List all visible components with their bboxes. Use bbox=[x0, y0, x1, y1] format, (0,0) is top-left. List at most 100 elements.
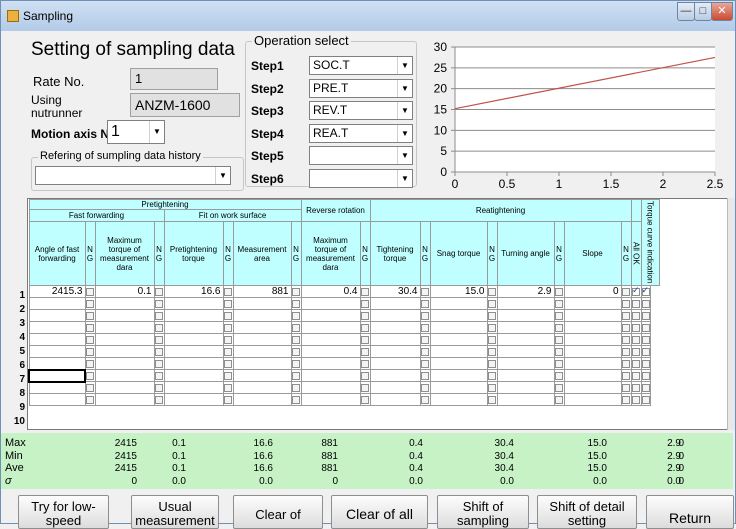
cell-rev[interactable] bbox=[300, 333, 361, 346]
ng-checkbox[interactable] bbox=[224, 299, 232, 308]
ng-checkbox[interactable] bbox=[361, 287, 369, 296]
ng-checkbox[interactable] bbox=[224, 359, 232, 368]
cell-angle[interactable] bbox=[28, 333, 86, 346]
all-ok-checkbox[interactable] bbox=[632, 311, 640, 320]
cell-rev[interactable] bbox=[300, 345, 361, 358]
ng-checkbox[interactable] bbox=[421, 335, 429, 344]
cell-area[interactable] bbox=[232, 345, 292, 358]
ng-checkbox[interactable] bbox=[155, 335, 163, 344]
cell-turn[interactable] bbox=[496, 369, 555, 382]
cell-max[interactable] bbox=[94, 345, 155, 358]
cell-pre[interactable] bbox=[163, 393, 224, 406]
torque-curve-checkbox[interactable] bbox=[642, 299, 649, 308]
cell-rev[interactable] bbox=[300, 393, 361, 406]
cell-angle[interactable] bbox=[28, 297, 86, 310]
chevron-down-icon[interactable]: ▼ bbox=[397, 57, 412, 74]
cell-turn[interactable] bbox=[496, 381, 555, 394]
cell-area[interactable] bbox=[232, 333, 292, 346]
all-ok-checkbox[interactable] bbox=[632, 383, 640, 392]
ng-checkbox[interactable] bbox=[86, 287, 94, 296]
all-ok-checkbox[interactable] bbox=[632, 323, 640, 332]
ng-checkbox[interactable] bbox=[292, 371, 300, 380]
chevron-down-icon[interactable]: ▼ bbox=[397, 124, 412, 142]
ng-checkbox[interactable] bbox=[224, 323, 232, 332]
all-ok-checkbox[interactable] bbox=[632, 359, 640, 368]
close-button[interactable]: ✕ bbox=[711, 2, 733, 21]
cell-max[interactable] bbox=[94, 357, 155, 370]
cell-slope[interactable] bbox=[563, 357, 622, 370]
cell-tight[interactable] bbox=[369, 321, 421, 334]
ng-checkbox[interactable] bbox=[86, 311, 94, 320]
ng-checkbox[interactable] bbox=[361, 299, 369, 308]
cell-area[interactable] bbox=[232, 369, 292, 382]
cell-max[interactable] bbox=[94, 381, 155, 394]
cell-area[interactable] bbox=[232, 297, 292, 310]
torque-curve-checkbox[interactable] bbox=[642, 371, 649, 380]
maximize-button[interactable]: □ bbox=[694, 2, 712, 21]
cell-slope[interactable]: 0 bbox=[563, 285, 622, 298]
cell-slope[interactable] bbox=[563, 297, 622, 310]
cell-pre[interactable] bbox=[163, 357, 224, 370]
chevron-down-icon[interactable]: ▼ bbox=[397, 147, 412, 164]
cell-turn[interactable] bbox=[496, 333, 555, 346]
chevron-down-icon[interactable]: ▼ bbox=[397, 79, 412, 97]
cell-angle[interactable]: 2415.3 bbox=[28, 285, 86, 298]
ng-checkbox[interactable] bbox=[555, 347, 563, 356]
ng-checkbox[interactable] bbox=[361, 371, 369, 380]
cell-pre[interactable] bbox=[163, 297, 224, 310]
cell-area[interactable] bbox=[232, 357, 292, 370]
ng-checkbox[interactable] bbox=[155, 371, 163, 380]
cell-snag[interactable] bbox=[429, 333, 488, 346]
all-ok-checkbox[interactable] bbox=[632, 347, 640, 356]
ng-checkbox[interactable] bbox=[421, 323, 429, 332]
torque-curve-checkbox[interactable] bbox=[642, 383, 649, 392]
ng-checkbox[interactable] bbox=[224, 347, 232, 356]
ng-checkbox[interactable] bbox=[622, 371, 630, 380]
ng-checkbox[interactable] bbox=[488, 323, 496, 332]
ng-checkbox[interactable] bbox=[421, 287, 429, 296]
all-ok-checkbox[interactable] bbox=[632, 371, 640, 380]
cell-rev[interactable] bbox=[300, 309, 361, 322]
ng-checkbox[interactable] bbox=[361, 395, 369, 404]
ng-checkbox[interactable] bbox=[488, 335, 496, 344]
cell-max[interactable] bbox=[94, 369, 155, 382]
torque-curve-checkbox[interactable] bbox=[642, 347, 649, 356]
ng-checkbox[interactable] bbox=[224, 395, 232, 404]
cell-area[interactable] bbox=[232, 321, 292, 334]
cell-turn[interactable] bbox=[496, 297, 555, 310]
cell-snag[interactable] bbox=[429, 357, 488, 370]
ng-checkbox[interactable] bbox=[555, 287, 563, 296]
ng-checkbox[interactable] bbox=[488, 383, 496, 392]
cell-slope[interactable] bbox=[563, 321, 622, 334]
torque-curve-checkbox[interactable] bbox=[642, 395, 649, 404]
ng-checkbox[interactable] bbox=[224, 311, 232, 320]
cell-slope[interactable] bbox=[563, 369, 622, 382]
cell-max[interactable] bbox=[94, 333, 155, 346]
cell-slope[interactable] bbox=[563, 345, 622, 358]
cell-tight[interactable] bbox=[369, 357, 421, 370]
ng-checkbox[interactable] bbox=[622, 347, 630, 356]
cell-angle[interactable] bbox=[28, 321, 86, 334]
ng-checkbox[interactable] bbox=[555, 359, 563, 368]
cell-turn[interactable]: 2.9 bbox=[496, 285, 555, 298]
ng-checkbox[interactable] bbox=[86, 359, 94, 368]
torque-curve-checkbox[interactable] bbox=[642, 335, 649, 344]
cell-snag[interactable] bbox=[429, 345, 488, 358]
cell-angle[interactable] bbox=[28, 393, 86, 406]
cell-area[interactable] bbox=[232, 381, 292, 394]
cell-area[interactable] bbox=[232, 393, 292, 406]
cell-snag[interactable] bbox=[429, 369, 488, 382]
cell-angle[interactable] bbox=[28, 381, 86, 394]
ng-checkbox[interactable] bbox=[361, 335, 369, 344]
ng-checkbox[interactable] bbox=[421, 371, 429, 380]
ng-checkbox[interactable] bbox=[361, 323, 369, 332]
cell-snag[interactable] bbox=[429, 309, 488, 322]
cell-slope[interactable] bbox=[563, 381, 622, 394]
all-ok-checkbox[interactable] bbox=[632, 335, 640, 344]
ng-checkbox[interactable] bbox=[555, 371, 563, 380]
ng-checkbox[interactable] bbox=[622, 383, 630, 392]
cell-area[interactable]: 881 bbox=[232, 285, 292, 298]
step-select[interactable]: REA.T ▼ bbox=[309, 123, 413, 143]
cell-snag[interactable] bbox=[429, 381, 488, 394]
ng-checkbox[interactable] bbox=[86, 335, 94, 344]
